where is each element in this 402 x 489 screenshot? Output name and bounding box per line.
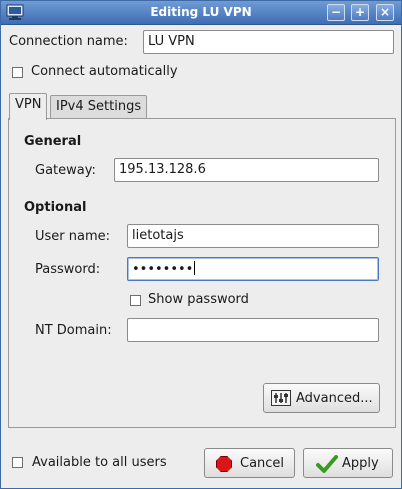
tab-vpn-label: VPN — [15, 97, 42, 112]
tab-vpn[interactable]: VPN — [9, 93, 48, 120]
optional-heading: Optional — [24, 200, 87, 215]
connection-name-label: Connection name: — [9, 34, 128, 49]
gateway-input[interactable]: 195.13.128.6 — [114, 158, 379, 182]
cancel-button-label: Cancel — [240, 456, 285, 471]
connection-name-input[interactable]: LU VPN — [143, 30, 394, 54]
close-icon[interactable]: × — [376, 4, 394, 21]
show-password-label[interactable]: Show password — [148, 292, 249, 307]
connect-automatically-label[interactable]: Connect automatically — [31, 64, 178, 79]
password-value: •••••••• — [132, 262, 194, 277]
username-label: User name: — [35, 229, 111, 244]
nt-domain-input[interactable] — [127, 318, 379, 342]
properties-icon — [271, 390, 291, 406]
minimize-icon[interactable]: − — [327, 4, 345, 21]
text-caret — [194, 261, 196, 275]
tab-ipv4-settings-label: IPv4 Settings — [56, 99, 142, 114]
gateway-label: Gateway: — [35, 163, 96, 178]
username-input[interactable]: lietotajs — [127, 224, 379, 248]
show-password-checkbox[interactable] — [130, 295, 141, 306]
vpn-tab-panel: General Gateway: 195.13.128.6 Optional U… — [8, 118, 396, 428]
stop-icon — [216, 456, 232, 472]
available-to-all-users-checkbox[interactable] — [12, 457, 23, 468]
advanced-button-label: Advanced... — [296, 391, 373, 406]
checkmark-icon — [316, 455, 338, 473]
connect-automatically-checkbox[interactable] — [12, 67, 23, 78]
maximize-icon[interactable]: + — [351, 4, 369, 21]
apply-button[interactable]: Apply — [303, 448, 393, 478]
apply-button-label: Apply — [342, 456, 379, 471]
advanced-button[interactable]: Advanced... — [263, 383, 380, 413]
nt-domain-label: NT Domain: — [35, 323, 112, 338]
available-to-all-users-label[interactable]: Available to all users — [32, 455, 167, 470]
cancel-button[interactable]: Cancel — [204, 448, 295, 478]
tab-ipv4-settings[interactable]: IPv4 Settings — [50, 95, 148, 120]
title-bar[interactable]: Editing LU VPN − + × — [1, 1, 401, 25]
general-heading: General — [24, 134, 82, 149]
password-input[interactable]: •••••••• — [127, 257, 379, 281]
password-label: Password: — [35, 262, 101, 277]
connection-editor-window: Editing LU VPN − + × Connection name: LU… — [0, 0, 402, 489]
